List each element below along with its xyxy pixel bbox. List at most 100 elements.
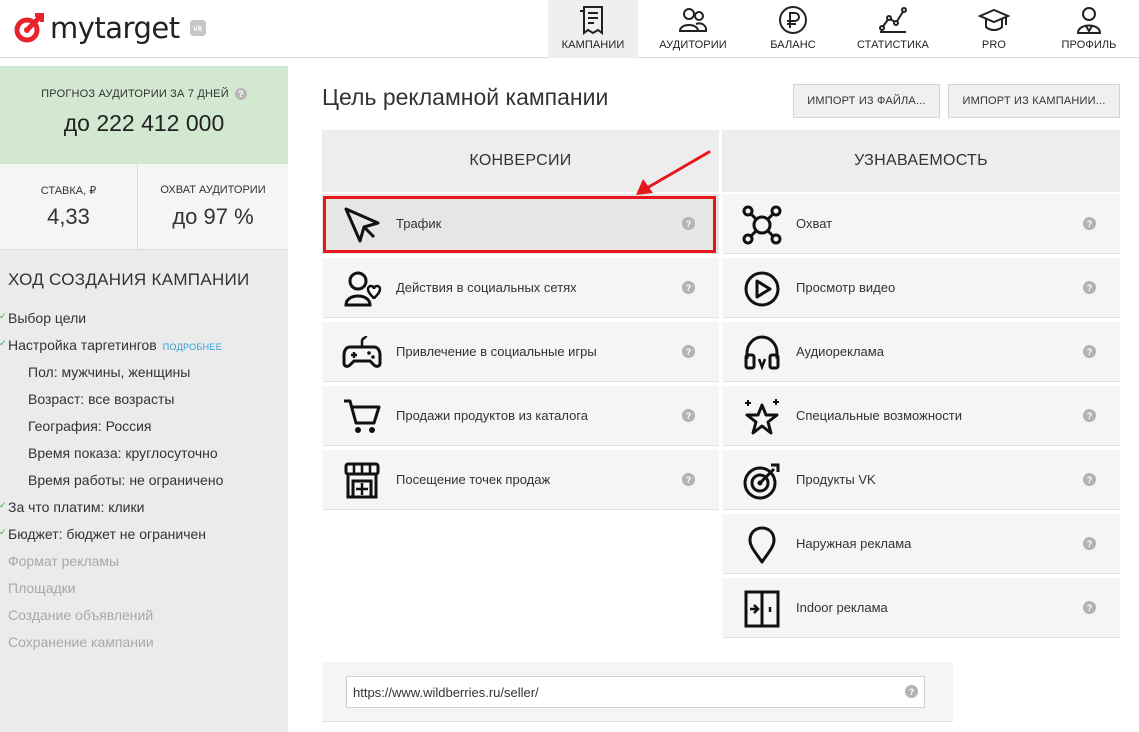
- reach-stat: ОХВАТ АУДИТОРИИ до 97 %: [138, 164, 288, 250]
- goal-label: Действия в социальных сетях: [396, 280, 577, 295]
- audience-forecast: ПРОГНОЗ АУДИТОРИИ ЗА 7 ДНЕЙ ? до 222 412…: [0, 66, 288, 164]
- nav-label: ПРОФИЛЬ: [1061, 39, 1117, 51]
- storefront-icon: [344, 462, 380, 499]
- help-icon[interactable]: ?: [1083, 345, 1096, 358]
- goal-social-games[interactable]: Привлечение в социальные игры ?: [322, 322, 719, 382]
- help-icon[interactable]: ?: [905, 685, 918, 698]
- cart-icon: [344, 399, 381, 433]
- forecast-label-text: ПРОГНОЗ АУДИТОРИИ ЗА 7 ДНЕЙ: [41, 88, 229, 100]
- forecast-label: ПРОГНОЗ АУДИТОРИИ ЗА 7 ДНЕЙ ?: [0, 88, 288, 100]
- step-goal[interactable]: Выбор цели: [0, 310, 86, 326]
- help-icon[interactable]: ?: [1083, 601, 1096, 614]
- goal-video-views[interactable]: Просмотр видео ?: [722, 258, 1120, 318]
- forecast-value: до 222 412 000: [63, 110, 225, 136]
- goal-vk-products[interactable]: Продукты VK ?: [722, 450, 1120, 510]
- help-icon[interactable]: ?: [682, 409, 695, 422]
- rate-value: 4,33: [47, 204, 90, 229]
- step-targeting-label: Настройка таргетингов: [8, 337, 157, 353]
- goal-label: Посещение точек продаж: [396, 472, 551, 487]
- goal-label: Аудиореклама: [796, 344, 884, 359]
- target-icon: [743, 463, 780, 500]
- goal-label: Наружная реклама: [796, 536, 912, 551]
- step-detail-show-time: Время показа: круглосуточно: [28, 445, 218, 461]
- mytarget-logo[interactable]: mytarget vk: [12, 10, 206, 46]
- step-detail-work-time: Время работы: не ограничено: [28, 472, 224, 488]
- steps-title: ХОД СОЗДАНИЯ КАМПАНИИ: [8, 270, 250, 289]
- help-icon[interactable]: ?: [1083, 217, 1096, 230]
- help-icon[interactable]: ?: [682, 281, 695, 294]
- goal-label: Привлечение в социальные игры: [396, 344, 597, 359]
- goal-label: Специальные возможности: [796, 408, 962, 423]
- help-icon[interactable]: ?: [1083, 537, 1096, 550]
- step-targeting[interactable]: Настройка таргетингов ПОДРОБНЕЕ: [0, 337, 222, 353]
- nav-statistics[interactable]: СТАТИСТИКА: [838, 0, 948, 58]
- goal-store-visits[interactable]: Посещение точек продаж ?: [322, 450, 719, 510]
- import-campaign-button[interactable]: ИМПОРТ ИЗ КАМПАНИИ...: [948, 84, 1120, 118]
- help-icon[interactable]: ?: [1083, 473, 1096, 486]
- help-icon[interactable]: ?: [682, 345, 695, 358]
- star-sparkle-icon: [745, 399, 779, 435]
- gamepad-icon: [342, 335, 382, 368]
- door-enter-icon: [744, 590, 780, 628]
- step-detail-geo: География: Россия: [28, 418, 152, 434]
- goal-label: Трафик: [396, 216, 442, 231]
- nav-balance[interactable]: БАЛАНС: [748, 0, 838, 58]
- goal-catalog-sales[interactable]: Продажи продуктов из каталога ?: [322, 386, 719, 446]
- url-input[interactable]: [346, 676, 925, 708]
- reach-label: ОХВАТ АУДИТОРИИ: [160, 184, 266, 196]
- headphones-icon: [744, 335, 780, 371]
- campaigns-icon: [580, 6, 603, 35]
- goal-special-features[interactable]: Специальные возможности ?: [722, 386, 1120, 446]
- vk-badge: vk: [189, 20, 206, 36]
- goal-label: Просмотр видео: [796, 280, 896, 295]
- nav-audiences[interactable]: АУДИТОРИИ: [638, 0, 748, 58]
- mytarget-logo-icon: [14, 13, 44, 43]
- goal-label: Продажи продуктов из каталога: [396, 408, 589, 423]
- step-budget[interactable]: Бюджет: бюджет не ограничен: [0, 526, 206, 542]
- step-payment[interactable]: За что платим: клики: [0, 499, 144, 515]
- graduation-cap-icon: [978, 8, 1010, 31]
- social-actions-icon: [344, 271, 382, 307]
- step-detail-age: Возраст: все возрасты: [28, 391, 175, 407]
- stats-row: СТАВКА, ₽ 4,33 ОХВАТ АУДИТОРИИ до 97 %: [0, 164, 288, 250]
- step-format: Формат рекламы: [8, 553, 120, 569]
- help-icon[interactable]: ?: [1083, 409, 1096, 422]
- import-file-button[interactable]: ИМПОРТ ИЗ ФАЙЛА...: [793, 84, 940, 118]
- nav-label: КАМПАНИИ: [561, 39, 625, 51]
- help-icon[interactable]: ?: [1083, 281, 1096, 294]
- goal-label: Продукты VK: [796, 472, 876, 487]
- nav-label: БАЛАНС: [770, 39, 816, 51]
- campaign-sidebar: ПРОГНОЗ АУДИТОРИИ ЗА 7 ДНЕЙ ? до 222 412…: [0, 66, 288, 732]
- top-header: mytarget vk КАМПАНИИ АУДИТОРИИ БАЛАНС СТ…: [0, 0, 1139, 58]
- nav-label: СТАТИСТИКА: [857, 39, 929, 51]
- nav-label: АУДИТОРИИ: [659, 39, 727, 51]
- url-panel: ?: [322, 662, 953, 722]
- goal-traffic[interactable]: Трафик ?: [322, 194, 719, 254]
- reach-value: до 97 %: [172, 204, 254, 229]
- nav-profile[interactable]: ПРОФИЛЬ: [1040, 0, 1138, 58]
- nav-campaigns[interactable]: КАМПАНИИ: [548, 0, 638, 58]
- help-icon[interactable]: ?: [682, 473, 695, 486]
- goal-label: Indoor реклама: [796, 600, 888, 615]
- more-link[interactable]: ПОДРОБНЕЕ: [163, 342, 222, 352]
- help-icon[interactable]: ?: [682, 217, 695, 230]
- step-platforms: Площадки: [8, 580, 76, 596]
- page-title: Цель рекламной кампании: [322, 84, 609, 110]
- step-save: Сохранение кампании: [8, 634, 154, 650]
- rate-label: СТАВКА, ₽: [40, 185, 97, 197]
- play-icon: [744, 271, 780, 307]
- goal-indoor-ads[interactable]: Indoor реклама ?: [722, 578, 1120, 638]
- profile-icon: [1076, 7, 1102, 34]
- goal-reach[interactable]: Охват ?: [722, 194, 1120, 254]
- ruble-icon: [779, 6, 807, 34]
- rate-stat: СТАВКА, ₽ 4,33: [0, 164, 138, 250]
- nav-label: PRO: [981, 39, 1007, 51]
- logo-text: mytarget: [50, 11, 180, 45]
- cursor-icon: [344, 207, 380, 243]
- conversions-header: КОНВЕРСИИ: [322, 130, 719, 192]
- goal-outdoor-ads[interactable]: Наружная реклама ?: [722, 514, 1120, 574]
- goal-audio-ads[interactable]: Аудиореклама ?: [722, 322, 1120, 382]
- goal-social-actions[interactable]: Действия в социальных сетях ?: [322, 258, 719, 318]
- nav-pro[interactable]: PRO: [948, 0, 1040, 58]
- help-icon[interactable]: ?: [234, 88, 247, 100]
